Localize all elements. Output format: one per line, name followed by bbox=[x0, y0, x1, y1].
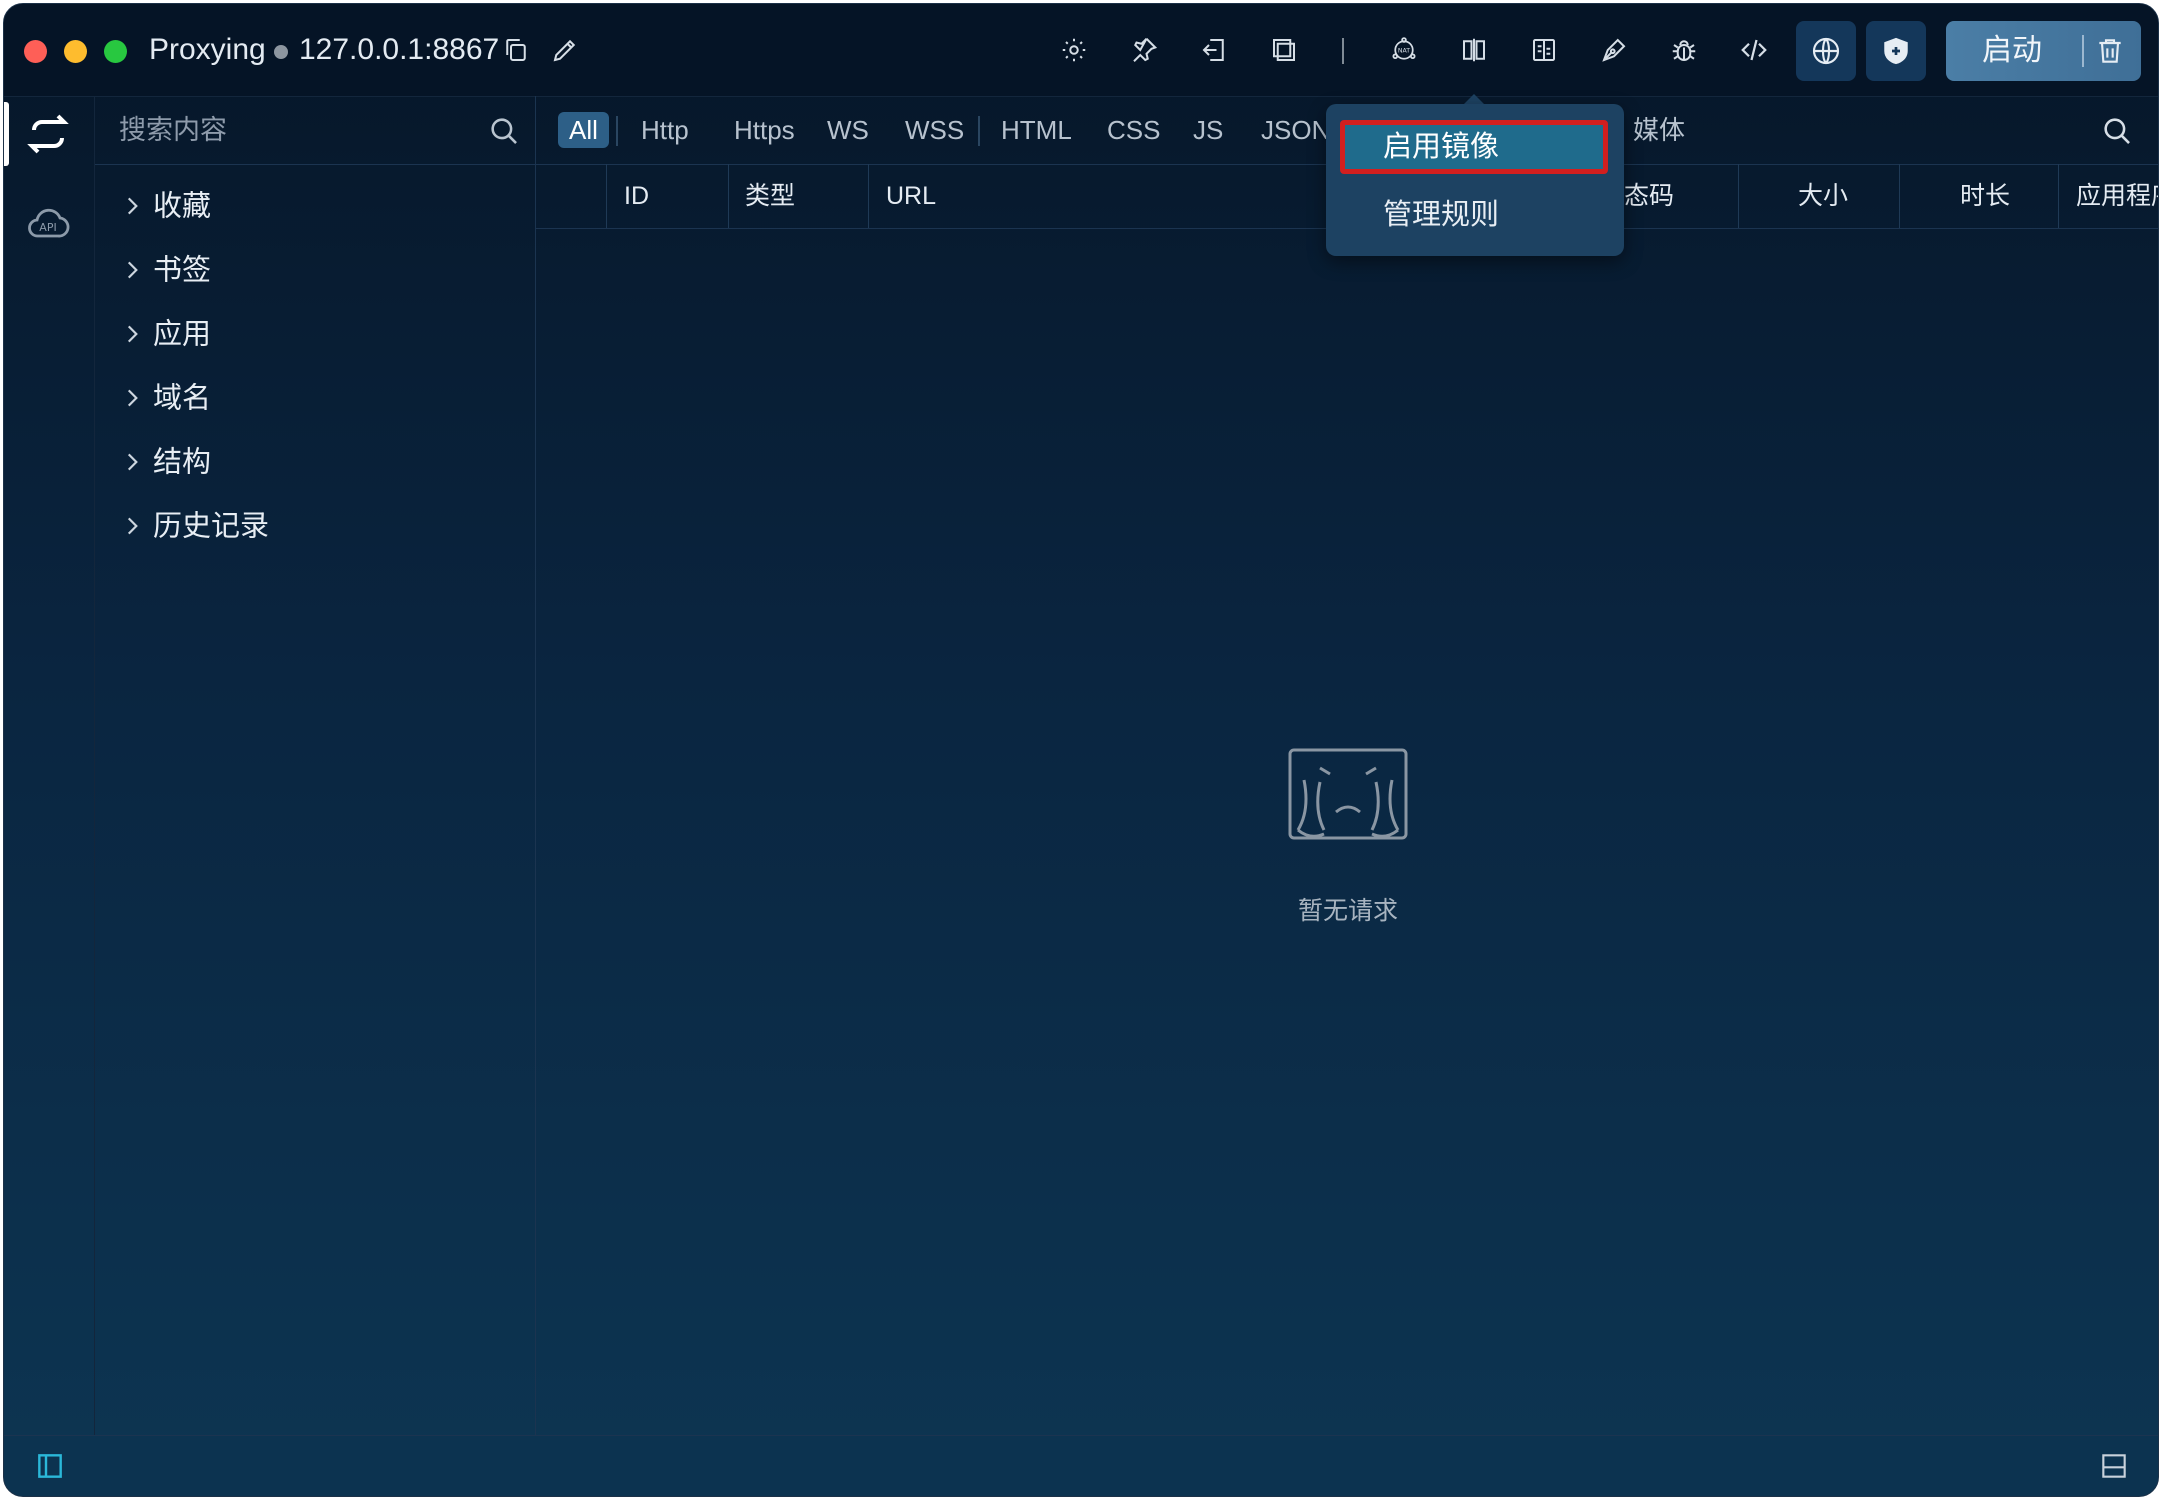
column-divider bbox=[728, 164, 729, 228]
filter-tab-html[interactable]: HTML bbox=[990, 112, 1083, 148]
code-icon[interactable] bbox=[1734, 30, 1774, 70]
trash-icon[interactable] bbox=[2094, 35, 2126, 67]
mirror-dropdown-menu: 启用镜像 管理规则 bbox=[1326, 104, 1624, 256]
import-icon[interactable] bbox=[1194, 30, 1234, 70]
svg-text:NAT: NAT bbox=[1398, 48, 1410, 55]
tree-item-label: 结构 bbox=[153, 446, 212, 479]
column-divider bbox=[1899, 164, 1900, 228]
minimize-window-button[interactable] bbox=[64, 40, 87, 63]
main-panel: All Http Https WS WSS HTML CSS JS JSON 媒… bbox=[536, 96, 2158, 1436]
app-window: Proxying 127.0.0.1:8867 NAT 启动 API 搜索内容 … bbox=[3, 3, 2159, 1497]
chevron-right-icon bbox=[127, 325, 138, 343]
rail-active-indicator bbox=[4, 102, 9, 166]
toolbar-divider bbox=[1342, 38, 1344, 64]
chevron-right-icon bbox=[127, 261, 138, 279]
close-window-button[interactable] bbox=[24, 40, 47, 63]
chevron-right-icon bbox=[127, 389, 138, 407]
copy-icon[interactable] bbox=[496, 30, 536, 70]
svg-text:API: API bbox=[39, 221, 56, 234]
window-icon[interactable] bbox=[1264, 30, 1304, 70]
menu-item-manage-rules[interactable]: 管理规则 bbox=[1340, 190, 1608, 240]
tree-item-domains[interactable]: 域名 bbox=[119, 372, 211, 422]
tree-item-structure[interactable]: 结构 bbox=[119, 436, 211, 486]
proxy-status-dot bbox=[274, 45, 288, 59]
column-header-type[interactable]: 类型 bbox=[745, 164, 795, 228]
tree-item-label: 应用 bbox=[153, 318, 212, 351]
tree-item-apps[interactable]: 应用 bbox=[119, 308, 211, 358]
column-divider bbox=[2058, 164, 2059, 228]
side-panel: 搜索内容 收藏 书签 应用 域名 结构 历史记录 bbox=[95, 96, 536, 1436]
edit-icon[interactable] bbox=[545, 30, 585, 70]
globe-button[interactable] bbox=[1796, 21, 1856, 81]
filter-tab-media[interactable]: 媒体 bbox=[1622, 112, 1696, 148]
proxy-address: 127.0.0.1:8867 bbox=[299, 33, 500, 66]
chevron-right-icon bbox=[127, 517, 138, 535]
column-header-url[interactable]: URL bbox=[886, 164, 936, 228]
filter-tab-wss[interactable]: WSS bbox=[894, 112, 975, 148]
shield-icon bbox=[1884, 37, 1908, 65]
compare-icon[interactable] bbox=[1524, 30, 1564, 70]
start-label: 启动 bbox=[1982, 34, 2042, 67]
column-divider bbox=[606, 164, 607, 228]
api-cloud-icon[interactable]: API bbox=[24, 200, 72, 248]
nat-icon[interactable]: NAT bbox=[1384, 30, 1424, 70]
tree-item-bookmarks[interactable]: 书签 bbox=[119, 244, 211, 294]
start-button[interactable]: 启动 bbox=[1946, 21, 2141, 81]
side-search[interactable]: 搜索内容 bbox=[95, 96, 535, 165]
sidebar-toggle-icon[interactable] bbox=[34, 1450, 66, 1482]
filter-tab-css[interactable]: CSS bbox=[1096, 112, 1171, 148]
column-header-app[interactable]: 应用程序 bbox=[2076, 164, 2158, 228]
tree-item-label: 域名 bbox=[153, 382, 212, 415]
maximize-window-button[interactable] bbox=[104, 40, 127, 63]
column-header-status[interactable]: 态码 bbox=[1624, 164, 1674, 228]
search-icon[interactable] bbox=[487, 114, 521, 148]
column-header-duration[interactable]: 时长 bbox=[1960, 164, 2010, 228]
chevron-right-icon bbox=[127, 197, 138, 215]
column-divider bbox=[1738, 164, 1739, 228]
shield-button[interactable] bbox=[1866, 21, 1926, 81]
filter-tab-http[interactable]: Http bbox=[630, 112, 700, 148]
bottom-bar bbox=[4, 1435, 2158, 1496]
column-header-id[interactable]: ID bbox=[624, 164, 649, 228]
empty-state-icon bbox=[1288, 748, 1408, 840]
app-title: Proxying bbox=[149, 33, 266, 66]
pen-icon[interactable] bbox=[1594, 30, 1634, 70]
filter-tab-ws[interactable]: WS bbox=[816, 112, 880, 148]
settings-icon[interactable] bbox=[1054, 30, 1094, 70]
left-rail: API bbox=[4, 96, 95, 1436]
filter-tab-https[interactable]: Https bbox=[723, 112, 806, 148]
filter-tab-js[interactable]: JS bbox=[1182, 112, 1234, 148]
empty-state-text: 暂无请求 bbox=[1297, 897, 1398, 925]
search-input[interactable]: 搜索内容 bbox=[119, 110, 227, 150]
column-divider bbox=[868, 164, 869, 228]
globe-icon bbox=[1812, 37, 1840, 65]
menu-item-enable-mirror[interactable]: 启用镜像 bbox=[1340, 120, 1608, 174]
pin-icon[interactable] bbox=[1124, 30, 1164, 70]
bug-icon[interactable] bbox=[1664, 30, 1704, 70]
start-divider bbox=[2082, 35, 2084, 67]
tree-item-history[interactable]: 历史记录 bbox=[119, 500, 269, 550]
filter-divider bbox=[616, 116, 618, 146]
search-icon[interactable] bbox=[2100, 114, 2134, 148]
tree-item-label: 历史记录 bbox=[153, 510, 270, 543]
chevron-right-icon bbox=[127, 453, 138, 471]
filter-tab-all[interactable]: All bbox=[558, 112, 609, 148]
split-panel-icon[interactable] bbox=[2098, 1450, 2130, 1482]
sync-icon[interactable] bbox=[24, 110, 72, 158]
title-bar: Proxying 127.0.0.1:8867 NAT 启动 bbox=[4, 4, 2158, 97]
tree-item-favorites[interactable]: 收藏 bbox=[119, 180, 211, 230]
tree-item-label: 书签 bbox=[153, 254, 212, 287]
filter-divider bbox=[978, 116, 980, 146]
tree-item-label: 收藏 bbox=[153, 190, 212, 223]
split-view-icon[interactable] bbox=[1454, 30, 1494, 70]
column-header-size[interactable]: 大小 bbox=[1798, 164, 1848, 228]
